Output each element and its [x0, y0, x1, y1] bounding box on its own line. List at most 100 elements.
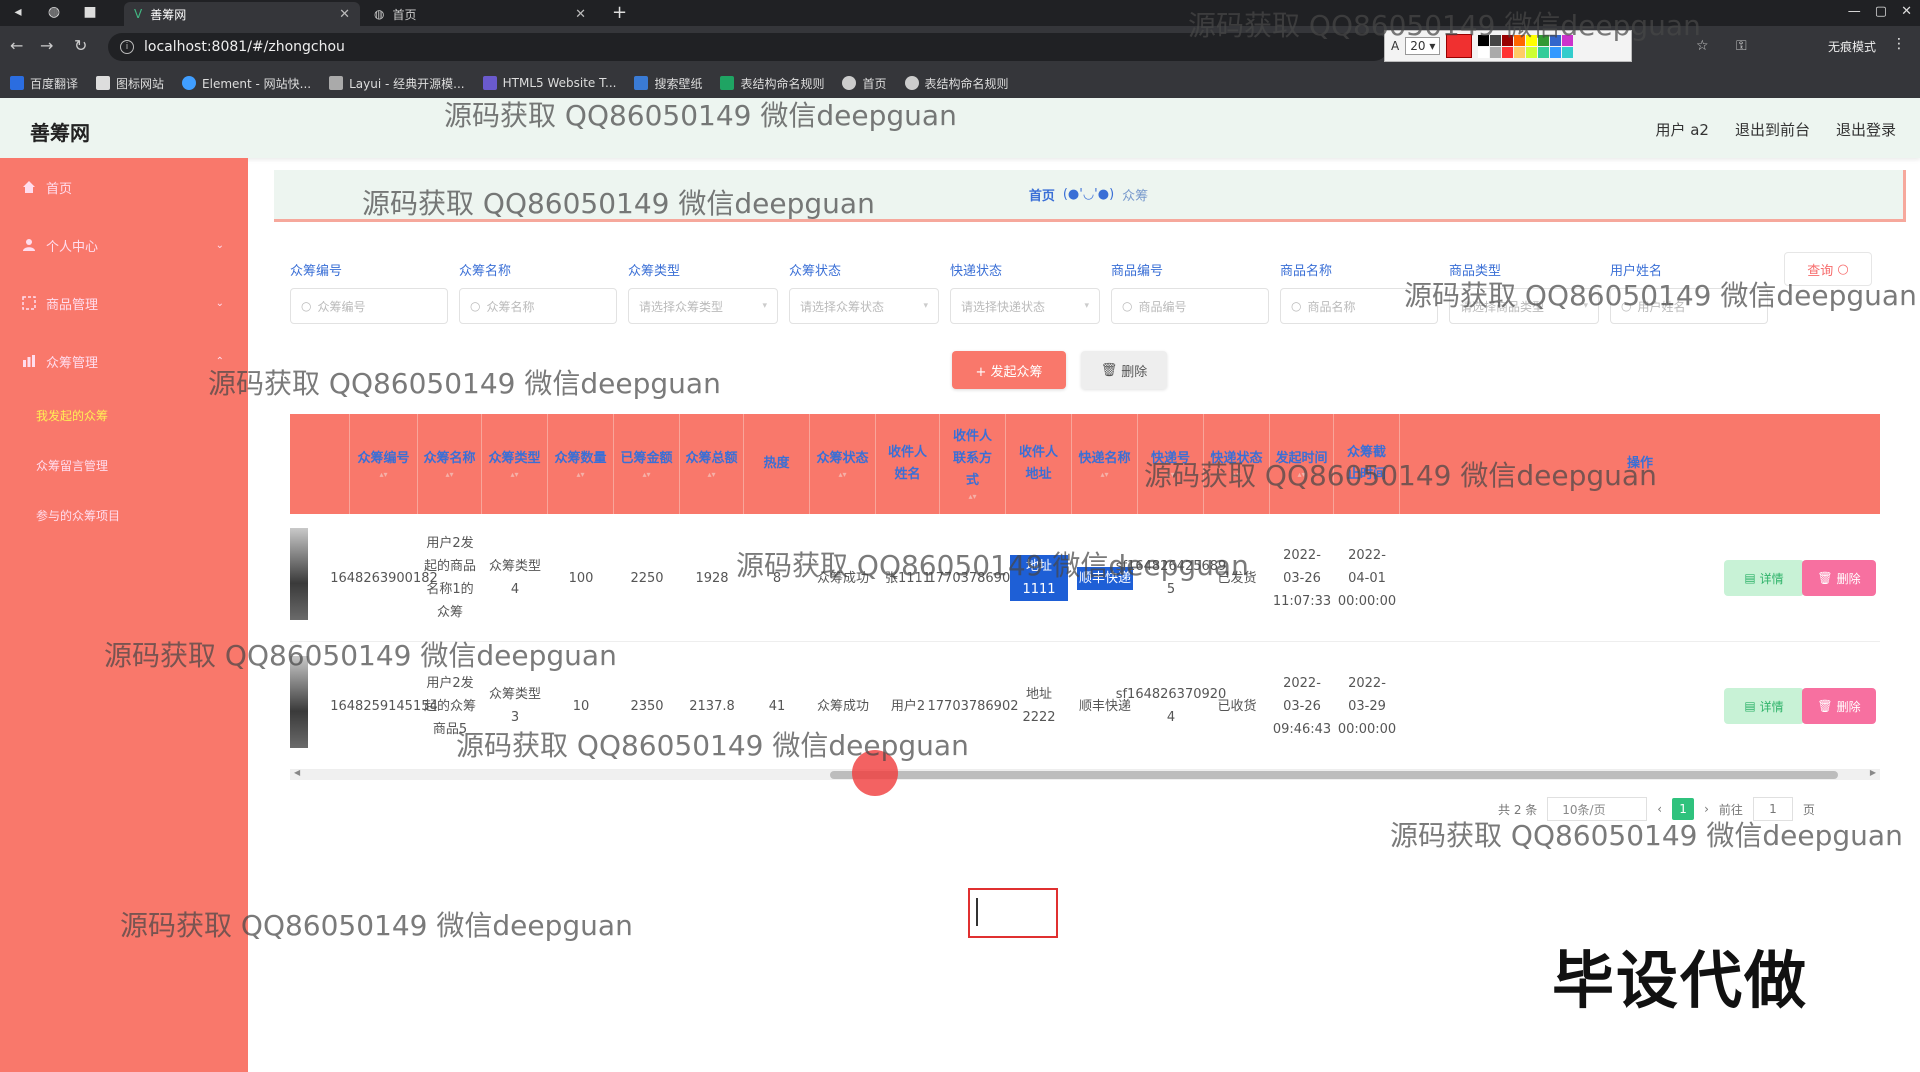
sort-icon[interactable]: ▴▾ — [838, 470, 846, 480]
new-tab-icon[interactable]: + — [612, 2, 627, 23]
sidebar-item-home[interactable]: 首页 — [0, 158, 248, 216]
page-number[interactable]: 1 — [1672, 798, 1695, 820]
sidebar-subitem-joined[interactable]: 参与的众筹项目 — [0, 490, 248, 540]
browser-icon[interactable]: ◍ — [44, 4, 64, 20]
column-header[interactable]: 已筹金额 ▴▾ — [614, 414, 680, 514]
media-icon[interactable]: ◂ — [8, 4, 28, 20]
close-window-icon[interactable]: ✕ — [1901, 4, 1912, 19]
close-icon[interactable]: ✕ — [575, 7, 586, 22]
bookmark-item[interactable]: 搜索壁纸 — [634, 75, 702, 92]
sort-icon[interactable]: ▴▾ — [510, 470, 518, 480]
sort-icon[interactable]: ▴▾ — [379, 470, 387, 480]
scroll-left-icon[interactable]: ◀ — [294, 768, 300, 777]
sort-icon[interactable]: ▴▾ — [1166, 470, 1174, 480]
detail-button[interactable]: ▤ 详情 — [1724, 688, 1804, 724]
detail-button[interactable]: ▤ 详情 — [1724, 560, 1804, 596]
column-header[interactable]: 众筹编号 ▴▾ — [350, 414, 418, 514]
close-icon[interactable]: ✕ — [339, 7, 350, 22]
shipping-status-select[interactable]: 请选择快递状态 ▾ — [950, 288, 1100, 324]
bookmark-item[interactable]: 百度翻译 — [10, 75, 78, 92]
color-palette[interactable] — [1478, 34, 1574, 58]
table-row[interactable]: 1648259145154 用户2发起的众筹商品5 众筹类型3 10 2350 … — [290, 642, 1880, 770]
tab-home[interactable]: ◍ 首页 ✕ — [364, 2, 596, 26]
reload-icon[interactable]: ↻ — [74, 36, 87, 55]
url-input[interactable]: i localhost:8081/#/zhongchou — [108, 33, 1388, 61]
key-icon[interactable]: ⚿ — [1736, 38, 1747, 54]
column-header[interactable]: 众筹状态 ▴▾ — [810, 414, 876, 514]
goods-type-select[interactable]: 请选择商品类型 ▾ — [1449, 288, 1599, 324]
column-header[interactable]: 众筹名称 ▴▾ — [418, 414, 482, 514]
delete-button[interactable]: 🗑 删除 — [1802, 688, 1876, 724]
query-button[interactable]: 查询 ○ — [1784, 252, 1872, 286]
annotation-text-box[interactable] — [968, 888, 1058, 938]
window-icon[interactable]: ■ — [80, 4, 100, 20]
goods-id-input[interactable]: ○ 商品编号 — [1111, 288, 1269, 324]
menu-icon[interactable]: ⋮ — [1892, 36, 1906, 52]
font-size-select[interactable]: 20 ▾ — [1405, 37, 1441, 55]
sidebar-item-personal[interactable]: 个人中心 ⌄ — [0, 216, 248, 274]
sort-icon[interactable]: ▴▾ — [445, 470, 453, 480]
page-size-select[interactable]: 10条/页 — [1547, 797, 1648, 821]
star-icon[interactable]: ☆ — [1696, 38, 1709, 54]
column-header[interactable]: 快递状态 ▴▾ — [1204, 414, 1270, 514]
goods-name-input[interactable]: ○ 商品名称 — [1280, 288, 1438, 324]
horizontal-scrollbar[interactable]: ◀ ▶ — [290, 768, 1880, 780]
batch-delete-button[interactable]: 🗑 删除 — [1081, 351, 1167, 389]
next-page-icon[interactable]: › — [1704, 802, 1709, 816]
goto-page-input[interactable]: 1 — [1752, 797, 1793, 821]
sort-icon[interactable]: ▴▾ — [1297, 470, 1305, 480]
forward-icon[interactable]: → — [40, 36, 53, 55]
column-header[interactable]: 收件人地址 — [1006, 414, 1072, 514]
select-column-header[interactable] — [290, 414, 350, 514]
sort-icon[interactable]: ▴▾ — [576, 470, 584, 480]
scrollbar-thumb[interactable] — [830, 771, 1838, 779]
column-header[interactable]: 众筹总额 ▴▾ — [680, 414, 744, 514]
column-header[interactable]: 快递名称 ▴▾ — [1072, 414, 1138, 514]
sort-icon[interactable]: ▴▾ — [1100, 470, 1108, 480]
user-name-input[interactable]: ○ 用户姓名 — [1610, 288, 1768, 324]
table-row[interactable]: 1648263900182 用户2发起的商品名称1的众筹 众筹类型4 100 2… — [290, 514, 1880, 642]
bookmark-item[interactable]: 图标网站 — [96, 75, 164, 92]
sidebar-subitem-messages[interactable]: 众筹留言管理 — [0, 440, 248, 490]
column-header[interactable]: 众筹类型 ▴▾ — [482, 414, 548, 514]
sidebar-item-crowdfund[interactable]: 众筹管理 ⌃ — [0, 332, 248, 390]
sort-icon[interactable]: ▴▾ — [642, 470, 650, 480]
column-header[interactable]: 快递号 ▴▾ — [1138, 414, 1204, 514]
info-icon[interactable]: i — [120, 40, 134, 54]
bookmark-item[interactable]: Layui - 经典开源模... — [329, 75, 465, 92]
column-header[interactable]: 收件人姓名 — [876, 414, 940, 514]
breadcrumb-home[interactable]: 首页 — [1029, 185, 1055, 204]
text-tool-icon[interactable]: A — [1391, 39, 1399, 53]
sidebar-subitem-my-crowdfunds[interactable]: 我发起的众筹 — [0, 390, 248, 440]
bookmark-item[interactable]: 表结构命名规则 — [720, 75, 824, 92]
sort-icon[interactable]: ▴▾ — [968, 492, 976, 502]
prev-page-icon[interactable]: ‹ — [1657, 802, 1662, 816]
logout-link[interactable]: 退出登录 — [1836, 119, 1896, 140]
bookmark-item[interactable]: Element - 网站快... — [182, 75, 311, 92]
crowdfund-type-select[interactable]: 请选择众筹类型 ▾ — [628, 288, 778, 324]
column-header[interactable]: 收件人联系方式 ▴▾ — [940, 414, 1006, 514]
minimize-icon[interactable]: — — [1848, 4, 1861, 19]
back-icon[interactable]: ← — [10, 36, 23, 55]
bookmark-item[interactable]: 表结构命名规则 — [904, 75, 1009, 92]
sort-icon[interactable]: ▴▾ — [1232, 470, 1240, 480]
sidebar-item-goods[interactable]: 商品管理 ⌄ — [0, 274, 248, 332]
to-front-link[interactable]: 退出到前台 — [1735, 119, 1810, 140]
column-header[interactable]: 众筹截止时间 — [1334, 414, 1400, 514]
maximize-icon[interactable]: ▢ — [1875, 4, 1887, 19]
tab-shanchou[interactable]: V 善筹网 ✕ — [124, 2, 360, 26]
add-crowdfund-button[interactable]: + 发起众筹 — [952, 351, 1066, 389]
bookmark-item[interactable]: HTML5 Website T... — [482, 76, 616, 90]
delete-button[interactable]: 🗑 删除 — [1802, 560, 1876, 596]
scroll-right-icon[interactable]: ▶ — [1870, 768, 1876, 777]
crowdfund-name-input[interactable]: ○ 众筹名称 — [459, 288, 617, 324]
sort-icon[interactable]: ▴▾ — [707, 470, 715, 480]
column-header[interactable]: 热度 — [744, 414, 810, 514]
column-header[interactable]: 发起时间 ▴▾ — [1270, 414, 1334, 514]
incognito-label[interactable]: 无痕模式 — [1828, 38, 1876, 55]
bookmark-item[interactable]: 首页 — [842, 75, 887, 92]
column-header[interactable]: 众筹数量 ▴▾ — [548, 414, 614, 514]
crowdfund-status-select[interactable]: 请选择众筹状态 ▾ — [789, 288, 939, 324]
current-color-swatch[interactable] — [1446, 34, 1473, 58]
crowdfund-id-input[interactable]: ○ 众筹编号 — [290, 288, 448, 324]
